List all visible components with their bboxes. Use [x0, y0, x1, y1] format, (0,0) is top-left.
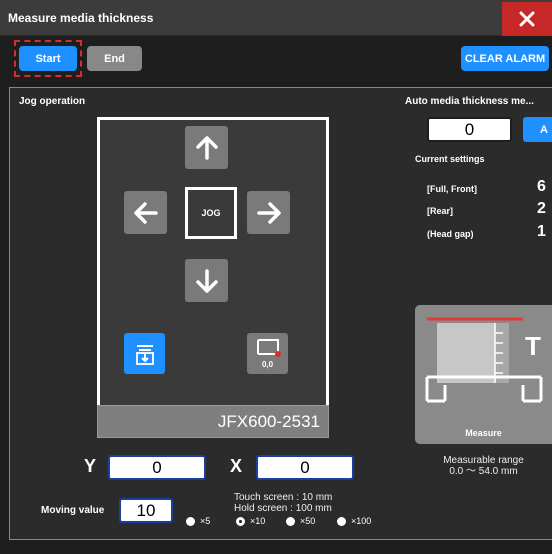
- auto-thickness-label: Auto media thickness me...: [405, 96, 534, 107]
- origin-button[interactable]: 0,0: [247, 333, 288, 374]
- y-axis-label: Y: [84, 456, 97, 476]
- radio-label: ×50: [300, 516, 316, 526]
- jog-left-button[interactable]: [124, 191, 167, 234]
- setting-full-front-value: 6: [537, 178, 546, 195]
- setting-rear-label: [Rear]: [427, 206, 454, 216]
- moving-value-field[interactable]: 10: [119, 498, 173, 523]
- setting-head-gap-label: (Head gap): [427, 229, 474, 239]
- radio-dot: [286, 516, 295, 526]
- arrow-left-icon: [133, 201, 158, 224]
- arrow-right-icon: [256, 201, 281, 224]
- window-title: Measure media thickness: [8, 11, 154, 25]
- auto-measure-button[interactable]: A: [523, 117, 552, 142]
- moving-value-label: Moving value: [41, 505, 105, 516]
- model-name: JFX600-2531: [97, 405, 329, 438]
- close-button[interactable]: [502, 2, 552, 36]
- clear-alarm-button[interactable]: CLEAR ALARM: [461, 46, 549, 71]
- origin-icon: [256, 339, 281, 357]
- setting-full-front-label: [Full, Front]: [427, 184, 477, 194]
- jog-down-button[interactable]: [185, 259, 228, 302]
- start-button[interactable]: Start: [19, 46, 77, 71]
- origin-label: 0,0: [261, 360, 274, 369]
- media-feed-button[interactable]: [124, 333, 165, 374]
- media-feed-icon: [135, 344, 154, 365]
- measure-label: Measure: [465, 428, 502, 438]
- measurable-range-label: Measurable range: [443, 455, 524, 466]
- measure-button[interactable]: T Measure: [415, 305, 552, 444]
- title-bar: Measure media thickness: [0, 0, 552, 36]
- measurable-range-value: 0.0 〜 54.0 mm: [449, 466, 518, 477]
- jog-center-button[interactable]: JOG: [185, 187, 237, 239]
- current-settings-label: Current settings: [415, 154, 485, 164]
- radio-x5[interactable]: ×5: [186, 516, 210, 526]
- thickness-measure-icon: T: [425, 317, 543, 403]
- jog-section-label: Jog operation: [19, 96, 86, 107]
- hold-screen-text: Hold screen : 100 mm: [234, 503, 332, 514]
- radio-x50[interactable]: ×50: [286, 516, 315, 526]
- touch-screen-text: Touch screen : 10 mm: [234, 492, 333, 503]
- radio-x10[interactable]: ×10: [236, 516, 265, 526]
- radio-dot-selected: [236, 516, 245, 526]
- radio-x100[interactable]: ×100: [337, 516, 371, 526]
- jog-right-button[interactable]: [247, 191, 290, 234]
- x-value-field[interactable]: 0: [256, 455, 354, 480]
- setting-head-gap-value: 1: [537, 223, 546, 240]
- end-button[interactable]: End: [87, 46, 142, 71]
- arrow-down-icon: [195, 268, 218, 293]
- radio-label: ×100: [351, 516, 372, 526]
- svg-text:T: T: [525, 331, 541, 361]
- auto-thickness-field[interactable]: 0: [427, 117, 512, 142]
- radio-label: ×5: [200, 516, 211, 526]
- y-value-field[interactable]: 0: [108, 455, 206, 480]
- radio-label: ×10: [250, 516, 266, 526]
- radio-dot: [337, 516, 346, 526]
- x-axis-label: X: [230, 456, 243, 476]
- close-icon: [519, 11, 535, 27]
- setting-rear-value: 2: [537, 200, 546, 217]
- radio-dot: [186, 516, 195, 526]
- jog-up-button[interactable]: [185, 126, 228, 169]
- arrow-up-icon: [195, 135, 218, 160]
